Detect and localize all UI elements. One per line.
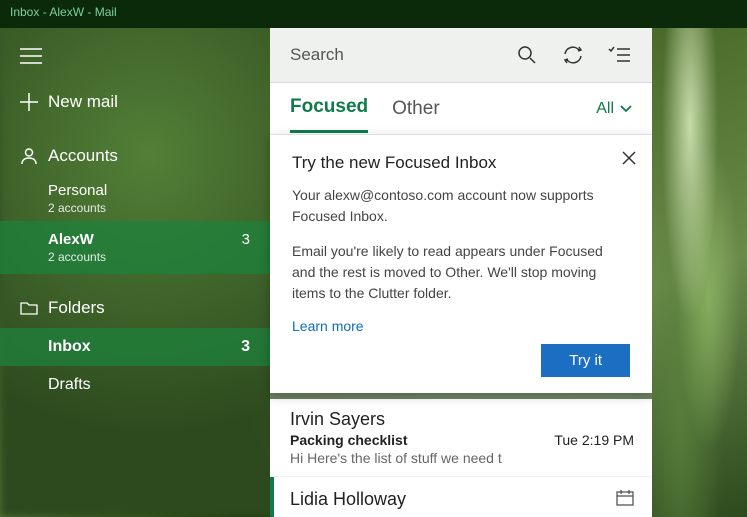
folder-icon — [20, 301, 48, 316]
folders-label: Folders — [48, 298, 105, 318]
sync-icon — [562, 45, 584, 65]
folder-name: Inbox — [48, 338, 91, 356]
accounts-header[interactable]: Accounts — [0, 136, 270, 176]
folders-header[interactable]: Folders — [0, 288, 270, 328]
person-icon — [20, 147, 48, 165]
message-subject: Packing checklist — [290, 432, 408, 448]
chevron-down-icon — [620, 105, 632, 113]
account-personal[interactable]: Personal 2 accounts — [0, 176, 270, 221]
message-sender: Lidia Holloway — [290, 489, 406, 510]
select-mode-button[interactable] — [596, 28, 642, 83]
main-pane: Search Focused Other All Try t — [270, 28, 652, 517]
inbox-tabs: Focused Other All — [270, 83, 652, 135]
search-icon — [517, 45, 537, 65]
popup-close-button[interactable] — [622, 149, 636, 170]
window-titlebar: Inbox - AlexW - Mail — [0, 0, 747, 28]
tab-focused[interactable]: Focused — [290, 84, 368, 133]
account-name: AlexW — [48, 231, 94, 248]
account-subtext: 2 accounts — [48, 250, 250, 264]
accounts-label: Accounts — [48, 146, 118, 166]
search-input[interactable]: Search — [290, 45, 504, 65]
message-list: Irvin Sayers Packing checklist Tue 2:19 … — [270, 399, 652, 517]
account-name: Personal — [48, 182, 107, 199]
account-count: 3 — [242, 231, 250, 248]
popup-text-1: Your alexw@contoso.com account now suppo… — [292, 185, 630, 227]
hamburger-icon — [20, 48, 42, 64]
search-button[interactable] — [504, 28, 550, 83]
message-preview: Hi Here's the list of stuff we need t — [290, 450, 634, 466]
account-subtext: 2 accounts — [48, 201, 250, 215]
message-item[interactable]: Irvin Sayers Packing checklist Tue 2:19 … — [270, 399, 652, 477]
sync-button[interactable] — [550, 28, 596, 83]
hamburger-menu-button[interactable] — [0, 40, 270, 82]
message-time: Tue 2:19 PM — [554, 432, 634, 448]
folder-drafts[interactable]: Drafts — [0, 366, 270, 404]
filter-label: All — [596, 100, 614, 118]
select-list-icon — [608, 46, 630, 64]
folder-name: Drafts — [48, 376, 91, 394]
close-icon — [622, 151, 636, 165]
popup-learn-more-link[interactable]: Learn more — [292, 318, 630, 334]
folder-count: 3 — [241, 338, 250, 356]
message-sender: Irvin Sayers — [290, 409, 634, 430]
reading-pane-background — [652, 28, 747, 517]
filter-dropdown[interactable]: All — [596, 100, 632, 118]
toolbar: Search — [270, 28, 652, 83]
new-mail-label: New mail — [48, 92, 118, 112]
popup-text-2: Email you're likely to read appears unde… — [292, 241, 630, 304]
new-mail-button[interactable]: New mail — [0, 82, 270, 122]
popup-title: Try the new Focused Inbox — [292, 153, 630, 173]
message-item[interactable]: Lidia Holloway — [270, 477, 652, 517]
plus-icon — [20, 93, 48, 111]
calendar-icon — [616, 490, 634, 509]
window-title: Inbox - AlexW - Mail — [10, 5, 117, 19]
focused-inbox-popup: Try the new Focused Inbox Your alexw@con… — [270, 135, 652, 393]
tab-other[interactable]: Other — [392, 86, 440, 132]
folder-inbox[interactable]: Inbox 3 — [0, 328, 270, 366]
popup-try-it-button[interactable]: Try it — [541, 344, 630, 377]
sidebar: New mail Accounts Personal 2 accounts Al… — [0, 28, 270, 517]
account-alexw[interactable]: AlexW 3 2 accounts — [0, 221, 270, 274]
